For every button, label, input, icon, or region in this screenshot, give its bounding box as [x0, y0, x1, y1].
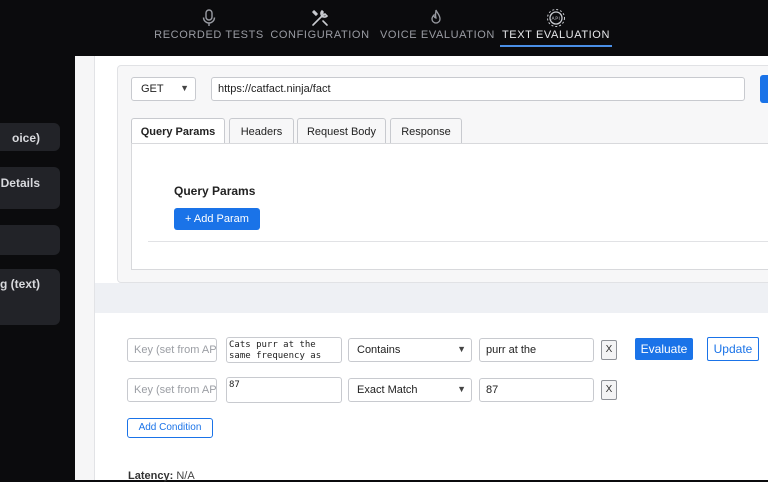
section-separator: [95, 283, 768, 313]
sidebar-item-voice[interactable]: oice): [0, 123, 60, 151]
chevron-down-icon: ▼: [180, 83, 189, 93]
sidebar-item-label: Details: [0, 176, 40, 190]
tab-label: RECORDED TESTS: [154, 29, 264, 41]
operator-value: Exact Match: [357, 384, 418, 396]
value-input[interactable]: purr at the: [479, 338, 594, 362]
query-params-panel: [131, 143, 768, 270]
tab-query-params[interactable]: Query Params: [131, 118, 225, 144]
sidebar-item-label: oice): [11, 131, 40, 145]
tab-label: TEXT EVALUATION: [501, 29, 611, 41]
http-method-value: GET: [141, 83, 164, 95]
query-params-title: Query Params: [174, 184, 256, 198]
latency-readout: Latency: N/A: [128, 470, 195, 482]
tab-label: CONFIGURATION: [270, 29, 370, 41]
send-button[interactable]: [760, 75, 768, 103]
tools-icon: [312, 9, 329, 26]
sidebar-item-details[interactable]: Details: [0, 167, 60, 209]
value-input[interactable]: 87: [479, 378, 594, 402]
tab-request-body[interactable]: Request Body: [297, 118, 386, 144]
api-gear-icon: API: [547, 9, 565, 27]
url-input[interactable]: https://catfact.ninja/fact: [211, 77, 745, 101]
active-tab-indicator: [500, 45, 612, 47]
top-navigation: RECORDED TESTS CONFIGURATION VOICE EVALU…: [0, 0, 768, 56]
remove-condition-button[interactable]: X: [601, 380, 617, 400]
sidebar-item-blank[interactable]: [0, 225, 60, 255]
tab-text-evaluation[interactable]: API TEXT EVALUATION: [500, 0, 612, 48]
add-param-button[interactable]: + Add Param: [174, 208, 260, 230]
tab-response[interactable]: Response: [390, 118, 462, 144]
update-button[interactable]: Update: [707, 337, 759, 361]
panel-gutter: [75, 56, 95, 480]
key-input[interactable]: Key (set from API: [127, 338, 217, 362]
http-method-select[interactable]: GET ▼: [131, 77, 196, 101]
evaluate-button[interactable]: Evaluate: [635, 338, 693, 360]
remove-condition-button[interactable]: X: [601, 340, 617, 360]
tab-label: VOICE EVALUATION: [380, 29, 495, 41]
expected-text-area[interactable]: 87: [226, 377, 342, 403]
tab-configuration[interactable]: CONFIGURATION: [270, 0, 370, 48]
latency-label: Latency:: [128, 470, 174, 482]
add-condition-button[interactable]: Add Condition: [127, 418, 213, 438]
operator-value: Contains: [357, 344, 401, 356]
microphone-icon: [202, 9, 216, 26]
sidebar-item-text[interactable]: ing (text): [0, 269, 60, 325]
svg-text:API: API: [552, 16, 561, 22]
tab-voice-evaluation[interactable]: VOICE EVALUATION: [380, 0, 495, 48]
tab-headers[interactable]: Headers: [229, 118, 294, 144]
flame-icon: [431, 9, 441, 24]
expected-text-area[interactable]: Cats purr at the same frequency as: [226, 337, 342, 363]
operator-select[interactable]: Contains ▼: [348, 338, 472, 362]
chevron-down-icon: ▼: [457, 384, 466, 394]
key-input[interactable]: Key (set from API: [127, 378, 217, 402]
tab-recorded-tests[interactable]: RECORDED TESTS: [150, 0, 268, 48]
latency-value: N/A: [176, 470, 195, 482]
operator-select[interactable]: Exact Match ▼: [348, 378, 472, 402]
chevron-down-icon: ▼: [457, 344, 466, 354]
divider: [148, 241, 768, 242]
sidebar-item-label: ing (text): [0, 277, 40, 291]
